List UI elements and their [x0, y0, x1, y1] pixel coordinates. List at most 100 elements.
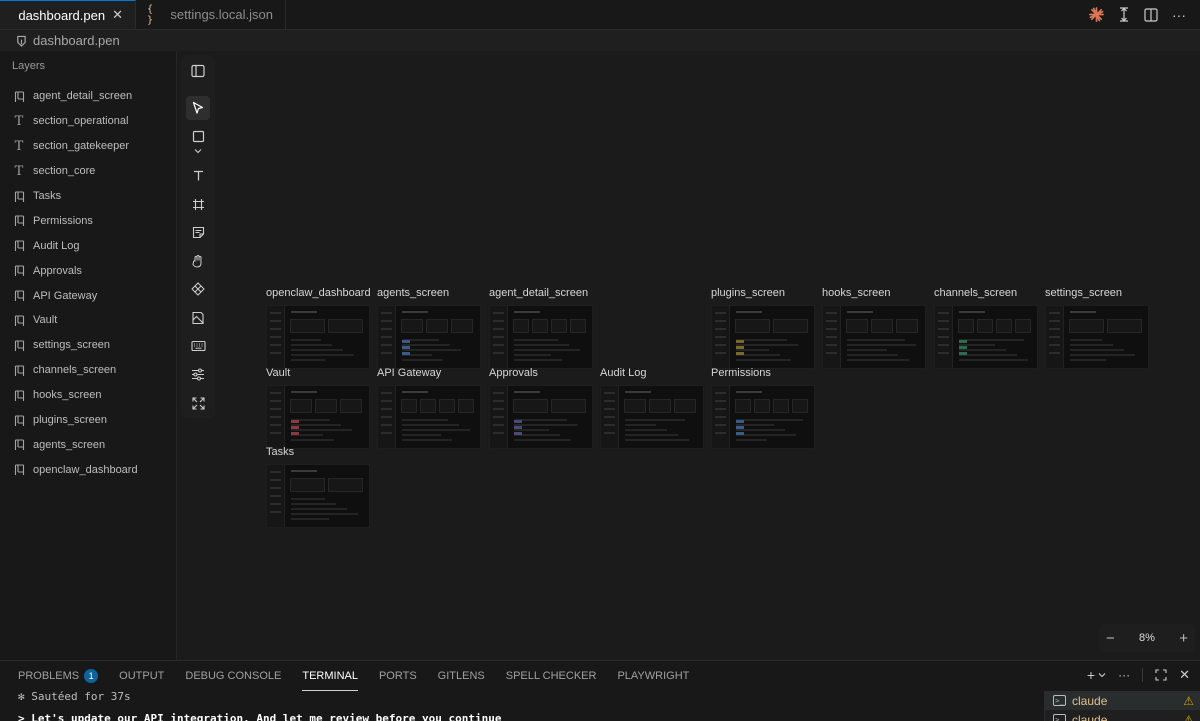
frame-label[interactable]: agents_screen [377, 287, 449, 299]
frame-label[interactable]: plugins_screen [711, 287, 785, 299]
chevron-down-icon[interactable] [1098, 672, 1106, 678]
frame-label[interactable]: agent_detail_screen [489, 287, 588, 299]
panel-tab-ports[interactable]: PORTS [379, 661, 417, 691]
layer-item[interactable]: Permissions [0, 208, 176, 233]
frame-label[interactable]: Audit Log [600, 367, 646, 379]
thumbnail-line [270, 344, 281, 346]
layer-item[interactable]: Tsection_gatekeeper [0, 134, 176, 159]
chevron-down-icon[interactable] [186, 144, 210, 158]
frame-label[interactable]: Permissions [711, 367, 771, 379]
thumbnail-line [826, 328, 837, 330]
layer-item[interactable]: hooks_screen [0, 383, 176, 408]
close-panel-icon[interactable]: ✕ [1179, 667, 1190, 683]
frame-thumbnail[interactable] [1045, 305, 1149, 369]
panel-tab-playwright[interactable]: PLAYWRIGHT [617, 661, 689, 691]
thumbnail-line [270, 352, 281, 354]
thumbnail-line [715, 424, 726, 426]
arrow-up-down-icon[interactable] [1118, 7, 1130, 22]
thumbnail-line [826, 344, 837, 346]
terminal-item[interactable]: >_ claude ⚠ [1045, 691, 1200, 710]
layer-item[interactable]: channels_screen [0, 358, 176, 383]
frame-thumbnail[interactable] [822, 305, 926, 369]
frame-thumbnail[interactable] [489, 305, 593, 369]
frame-thumbnail[interactable] [711, 385, 815, 449]
frame-label[interactable]: channels_screen [934, 287, 1017, 299]
layer-item[interactable]: agent_detail_screen [0, 84, 176, 109]
thumbnail-line [514, 439, 571, 441]
panel-tab-debug-console[interactable]: DEBUG CONSOLE [185, 661, 281, 691]
layer-item[interactable]: Tasks [0, 184, 176, 209]
layer-label: section_core [33, 165, 96, 178]
layer-label: agent_detail_screen [33, 90, 133, 103]
zoom-level[interactable]: 8% [1139, 632, 1155, 644]
frame-thumbnail[interactable] [266, 464, 370, 528]
close-icon[interactable]: ✕ [112, 7, 123, 23]
panel-tab-terminal[interactable]: TERMINAL [302, 661, 358, 691]
thumbnail-card [439, 399, 455, 413]
thumbnail-card [532, 319, 548, 333]
frame-thumbnail[interactable] [489, 385, 593, 449]
terminal-name: claude [1072, 693, 1108, 708]
frame-thumbnail[interactable] [711, 305, 815, 369]
layer-item[interactable]: Tsection_operational [0, 109, 176, 134]
layer-item[interactable]: Vault [0, 308, 176, 333]
frame-label[interactable]: openclaw_dashboard [266, 287, 371, 299]
note-icon[interactable] [186, 220, 210, 244]
frame-label[interactable]: Vault [266, 367, 290, 379]
layer-label: openclaw_dashboard [33, 463, 138, 476]
thumbnail-line [493, 352, 504, 354]
layer-item[interactable]: Tsection_core [0, 159, 176, 184]
pointer-icon[interactable] [186, 96, 210, 120]
keyboard-icon[interactable] [186, 334, 210, 358]
panel-tab-problems[interactable]: PROBLEMS 1 [18, 661, 99, 691]
frame-thumbnail[interactable] [377, 385, 481, 449]
frame-thumbnail[interactable] [934, 305, 1038, 369]
layer-item[interactable]: Audit Log [0, 233, 176, 258]
frame-tool-icon[interactable] [186, 192, 210, 216]
layer-item[interactable]: API Gateway [0, 283, 176, 308]
thumbnail-line [291, 311, 317, 313]
frame-thumbnail[interactable] [266, 385, 370, 449]
panel-tab-gitlens[interactable]: GITLENS [438, 661, 485, 691]
layer-item[interactable]: Approvals [0, 258, 176, 283]
maximize-panel-icon[interactable] [1155, 669, 1167, 681]
panel-tab-label: TERMINAL [302, 669, 358, 682]
tab-settings-local-json[interactable]: { } settings.local.json [136, 0, 286, 29]
sidebar-toggle-icon[interactable] [186, 59, 210, 83]
sliders-icon[interactable] [186, 362, 210, 386]
image-icon[interactable] [186, 306, 210, 330]
frame-label[interactable]: Tasks [266, 446, 294, 458]
frame-thumbnail[interactable] [377, 305, 481, 369]
layer-item[interactable]: plugins_screen [0, 408, 176, 433]
frame-label[interactable]: Approvals [489, 367, 538, 379]
thumbnail-line [938, 352, 949, 354]
claude-logo-icon[interactable] [1089, 7, 1104, 22]
layer-item[interactable]: openclaw_dashboard [0, 457, 176, 482]
layer-item[interactable]: settings_screen [0, 333, 176, 358]
hand-icon[interactable] [186, 249, 210, 273]
breadcrumb-file[interactable]: dashboard.pen [33, 33, 120, 48]
more-actions-icon[interactable]: ··· [1172, 7, 1186, 23]
terminal-item[interactable]: >_ claude ⚠ [1045, 710, 1200, 721]
frame-thumbnail[interactable] [266, 305, 370, 369]
zoom-in-button[interactable]: + [1179, 630, 1188, 647]
thumbnail-line [938, 336, 949, 338]
frame-thumbnail[interactable] [600, 385, 704, 449]
frame-label[interactable]: API Gateway [377, 367, 441, 379]
frame-label[interactable]: settings_screen [1045, 287, 1122, 299]
split-editor-icon[interactable] [1144, 7, 1158, 22]
tab-dashboard-pen[interactable]: dashboard.pen ✕ [0, 0, 136, 29]
new-terminal-icon[interactable]: + [1087, 667, 1095, 683]
panel-tab-spell-checker[interactable]: SPELL CHECKER [506, 661, 597, 691]
layer-label: agents_screen [33, 438, 106, 451]
more-actions-icon[interactable]: ··· [1118, 668, 1130, 682]
layer-item[interactable]: agents_screen [0, 432, 176, 457]
component-icon[interactable] [186, 277, 210, 301]
fit-icon[interactable] [186, 391, 210, 415]
thumbnail-accent [514, 420, 522, 423]
zoom-out-button[interactable]: − [1106, 630, 1115, 647]
panel-tab-output[interactable]: OUTPUT [119, 661, 164, 691]
canvas-toolbar [181, 55, 215, 418]
text-tool-icon[interactable] [186, 163, 210, 187]
frame-label[interactable]: hooks_screen [822, 287, 891, 299]
